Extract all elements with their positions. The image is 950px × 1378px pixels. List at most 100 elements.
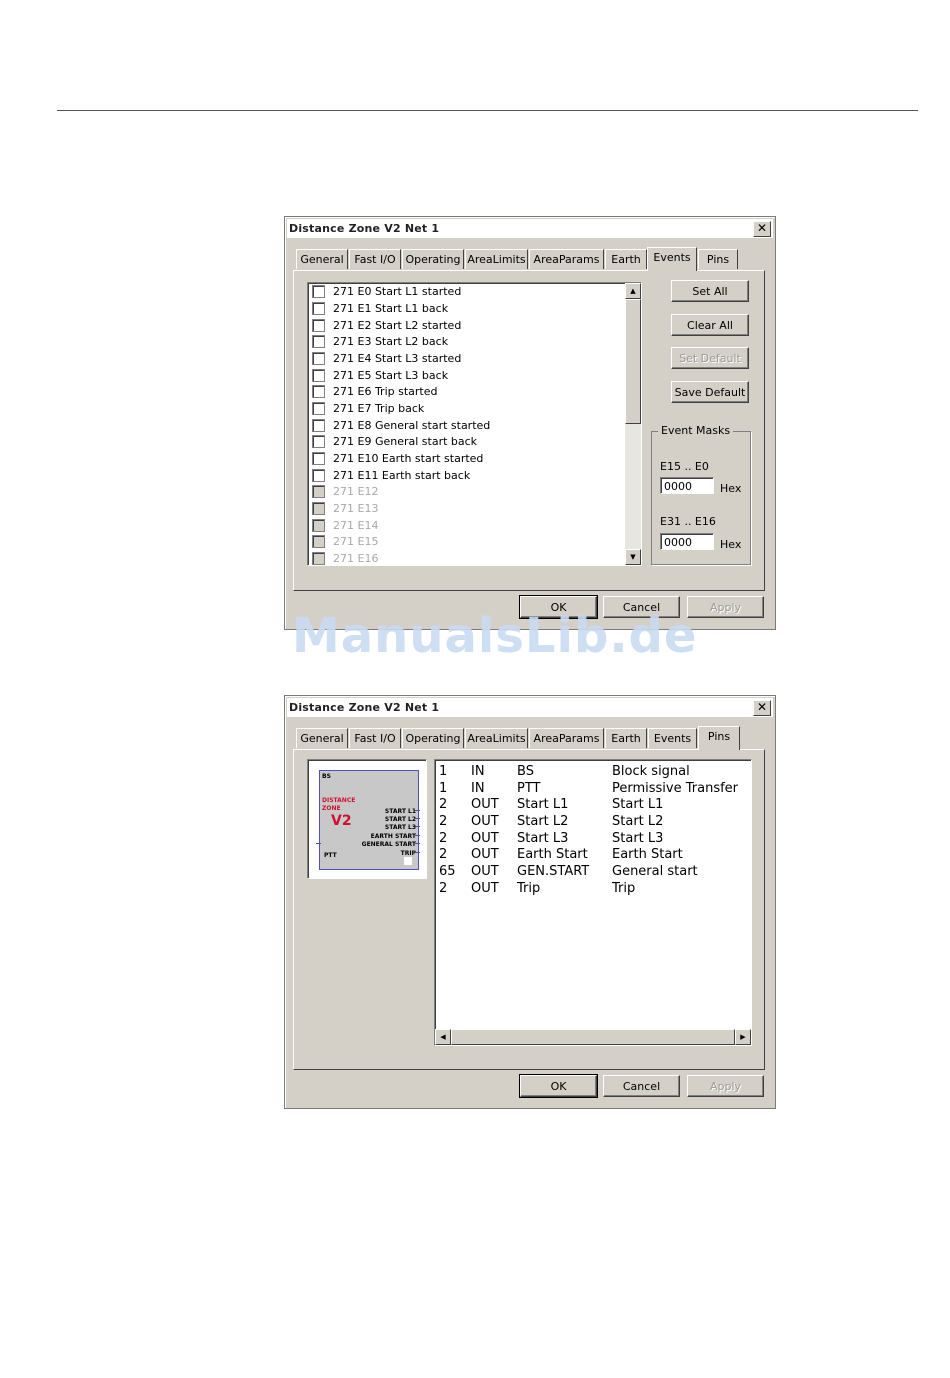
event-label: 271 E9 General start back: [333, 435, 478, 448]
pin-dir: IN: [471, 764, 485, 779]
pin-desc: Earth Start: [612, 847, 683, 862]
mask-high-input[interactable]: 0000: [660, 533, 714, 550]
list-item[interactable]: 271 E6 Trip started: [312, 384, 437, 400]
tab-pins[interactable]: Pins: [698, 249, 738, 269]
event-checkbox[interactable]: [312, 318, 325, 332]
pin-list[interactable]: 1 IN BS Block signal 1 IN PTT Permissive…: [434, 759, 752, 1046]
clear-all-button[interactable]: Clear All: [671, 314, 749, 336]
event-checkbox[interactable]: [312, 334, 325, 348]
list-item[interactable]: 271 E3 Start L2 back: [312, 334, 448, 350]
pin-tick: [415, 826, 420, 827]
tab-areaparams[interactable]: AreaParams: [529, 249, 604, 269]
scroll-thumb[interactable]: [625, 299, 641, 424]
list-item[interactable]: 271 E11 Earth start back: [312, 468, 470, 484]
event-label: 271 E10 Earth start started: [333, 452, 484, 465]
horizontal-scrollbar[interactable]: ◀ ▶: [435, 1029, 751, 1045]
symbol-ptt-label: PTT: [324, 852, 337, 859]
tab-strip: General Fast I/O Operating AreaLimits Ar…: [296, 726, 756, 750]
pin-dir: OUT: [471, 847, 499, 862]
event-checkbox[interactable]: [312, 451, 325, 465]
symbol-version: V2: [331, 813, 352, 829]
event-checkbox[interactable]: [312, 468, 325, 482]
scroll-thumb[interactable]: [451, 1029, 735, 1045]
scroll-left-icon[interactable]: ◀: [435, 1029, 451, 1045]
pin-num: 2: [439, 831, 448, 846]
event-label: 271 E5 Start L3 back: [333, 369, 449, 382]
tab-events[interactable]: Events: [647, 247, 697, 271]
pin-name: Start L3: [517, 831, 569, 846]
event-checkbox[interactable]: [312, 284, 325, 298]
event-label: 271 E2 Start L2 started: [333, 319, 462, 332]
pin-desc: Start L1: [612, 797, 664, 812]
event-label: 271 E7 Trip back: [333, 402, 425, 415]
list-item[interactable]: 271 E8 General start started: [312, 418, 490, 434]
scroll-right-icon[interactable]: ▶: [735, 1029, 751, 1045]
list-item[interactable]: 271 E2 Start L2 started: [312, 318, 461, 334]
event-checkbox[interactable]: [312, 434, 325, 448]
tab-pins[interactable]: Pins: [698, 726, 740, 750]
event-checkbox[interactable]: [312, 301, 325, 315]
list-item[interactable]: 271 E0 Start L1 started: [312, 284, 461, 300]
symbol-output-label: GENERAL START: [361, 841, 416, 848]
event-label: 271 E3 Start L2 back: [333, 335, 449, 348]
tab-areaparams[interactable]: AreaParams: [529, 728, 604, 748]
tab-arealimits[interactable]: AreaLimits: [465, 249, 528, 269]
pin-desc: Block signal: [612, 764, 690, 779]
tab-arealimits[interactable]: AreaLimits: [465, 728, 528, 748]
hex-unit-label: Hex: [720, 482, 742, 495]
event-label: 271 E11 Earth start back: [333, 469, 471, 482]
cancel-button[interactable]: Cancel: [603, 1075, 680, 1097]
pin-dir: OUT: [471, 864, 499, 879]
apply-button: Apply: [687, 1075, 764, 1097]
dialog-title: Distance Zone V2 Net 1: [289, 222, 440, 235]
tab-operating[interactable]: Operating: [402, 249, 464, 269]
event-label: 271 E16: [333, 552, 379, 565]
list-item[interactable]: 271 E1 Start L1 back: [312, 301, 448, 317]
event-checkbox[interactable]: [312, 401, 325, 415]
tab-events[interactable]: Events: [648, 728, 697, 748]
tab-fast-io[interactable]: Fast I/O: [349, 728, 401, 748]
event-checkbox[interactable]: [312, 384, 325, 398]
set-all-button[interactable]: Set All: [671, 280, 749, 302]
scroll-up-icon[interactable]: ▲: [625, 283, 641, 299]
event-label: 271 E0 Start L1 started: [333, 285, 462, 298]
tab-fast-io[interactable]: Fast I/O: [349, 249, 401, 269]
vertical-scrollbar[interactable]: ▲ ▼: [625, 283, 641, 565]
tab-earth[interactable]: Earth: [605, 728, 647, 748]
list-item[interactable]: 271 E5 Start L3 back: [312, 368, 448, 384]
list-item[interactable]: 271 E10 Earth start started: [312, 451, 483, 467]
scroll-down-icon[interactable]: ▼: [625, 549, 641, 565]
pin-num: 1: [439, 781, 448, 796]
pin-dir: OUT: [471, 797, 499, 812]
symbol-name-line2: ZONE: [322, 805, 341, 812]
tab-general[interactable]: General: [296, 249, 348, 269]
list-item[interactable]: 271 E4 Start L3 started: [312, 351, 461, 367]
tab-general[interactable]: General: [296, 728, 348, 748]
ok-button[interactable]: OK: [519, 1074, 598, 1098]
tab-operating[interactable]: Operating: [402, 728, 464, 748]
list-item[interactable]: 271 E7 Trip back: [312, 401, 424, 417]
event-checkbox: [312, 534, 325, 548]
list-item[interactable]: 271 E9 General start back: [312, 434, 477, 450]
title-bar: Distance Zone V2 Net 1 ✕: [287, 219, 773, 238]
pin-dir: OUT: [471, 831, 499, 846]
symbol-output-label: START L2: [384, 816, 416, 823]
event-checkbox[interactable]: [312, 418, 325, 432]
hex-unit-label: Hex: [720, 538, 742, 551]
event-checkbox[interactable]: [312, 368, 325, 382]
save-default-button[interactable]: Save Default: [671, 381, 749, 403]
close-button[interactable]: ✕: [753, 700, 771, 716]
symbol-bs-label: BS: [322, 773, 331, 780]
close-button[interactable]: ✕: [753, 221, 771, 237]
symbol-output-label: START L3: [384, 824, 416, 831]
pin-name: Earth Start: [517, 847, 588, 862]
symbol-name-line1: DISTANCE: [322, 797, 356, 804]
event-checkbox: [312, 501, 325, 515]
symbol-output-label: TRIP: [400, 850, 416, 857]
pin-desc: Permissive Transfer: [612, 781, 739, 796]
block-symbol-preview: BS DISTANCE ZONE V2 PTT START L1 START L…: [307, 759, 427, 879]
mask-low-input[interactable]: 0000: [660, 477, 714, 494]
tab-earth[interactable]: Earth: [605, 249, 647, 269]
event-list[interactable]: 271 E0 Start L1 started 271 E1 Start L1 …: [307, 282, 642, 566]
event-checkbox[interactable]: [312, 351, 325, 365]
